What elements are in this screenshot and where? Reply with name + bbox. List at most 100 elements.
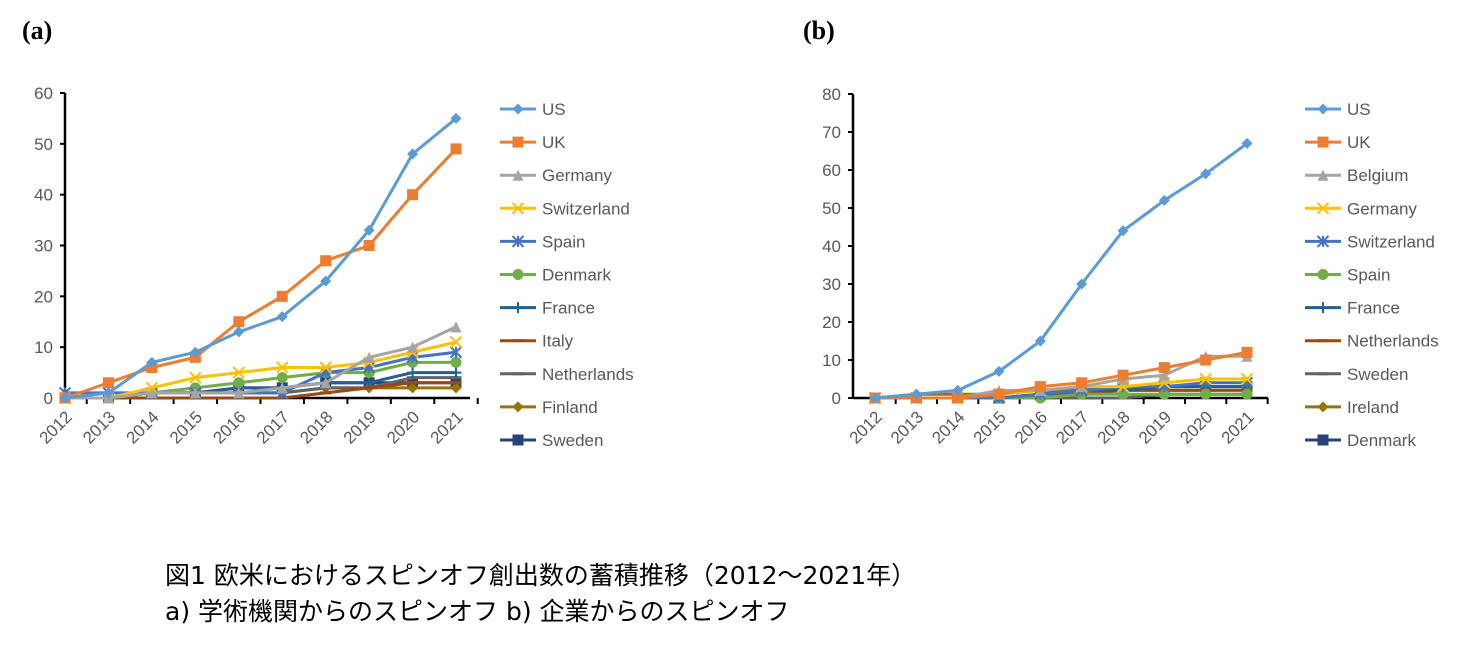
legend-label: Netherlands bbox=[1347, 332, 1439, 351]
caption-line-1: 図1 欧米におけるスピンオフ創出数の蓄積推移（2012～2021年） bbox=[165, 561, 917, 590]
legend-label: US bbox=[542, 100, 566, 119]
x-tick-label: 2012 bbox=[846, 407, 886, 447]
y-tick-label: 50 bbox=[34, 135, 53, 154]
data-point bbox=[1241, 388, 1253, 400]
legend-item-uk: UK bbox=[1305, 133, 1371, 152]
y-tick-label: 0 bbox=[832, 389, 841, 408]
legend-label: Spain bbox=[542, 232, 585, 251]
legend-item-denmark: Denmark bbox=[500, 266, 611, 285]
legend-marker bbox=[1317, 302, 1329, 314]
x-tick-label: 2018 bbox=[296, 407, 336, 447]
legend-label: Ireland bbox=[1347, 398, 1399, 417]
data-point bbox=[993, 388, 1005, 400]
y-tick-label: 30 bbox=[822, 275, 841, 294]
data-point bbox=[102, 377, 114, 389]
legend-marker bbox=[512, 103, 524, 115]
legend-label: Denmark bbox=[542, 266, 611, 285]
series-germany bbox=[59, 321, 462, 404]
data-point bbox=[1200, 388, 1212, 400]
y-tick-label: 80 bbox=[822, 85, 841, 104]
y-tick-label: 50 bbox=[822, 199, 841, 218]
legend-item-ireland: Ireland bbox=[1305, 398, 1399, 417]
y-tick-label: 60 bbox=[34, 84, 53, 103]
x-tick-label: 2016 bbox=[209, 407, 249, 447]
data-point bbox=[450, 143, 462, 155]
legend-label: UK bbox=[542, 133, 566, 152]
data-point bbox=[320, 255, 332, 267]
legend-marker bbox=[512, 136, 524, 148]
data-point bbox=[276, 372, 288, 384]
legend-item-spain: Spain bbox=[500, 232, 585, 251]
y-tick-label: 20 bbox=[822, 313, 841, 332]
x-tick-label: 2012 bbox=[36, 407, 76, 447]
legend-label: Netherlands bbox=[542, 365, 634, 384]
legend-item-finland: Finland bbox=[500, 398, 598, 417]
x-tick-label: 2019 bbox=[1135, 407, 1175, 447]
figure: 0 10 20 30 40 50 60 2012 2013 2014 2015 2016 2017 201… bbox=[0, 0, 1472, 656]
legend-label: Germany bbox=[542, 166, 612, 185]
legend-label: UK bbox=[1347, 133, 1371, 152]
x-tick-label: 2013 bbox=[79, 407, 119, 447]
legend-label: Sweden bbox=[1347, 365, 1408, 384]
legend-label: Sweden bbox=[542, 431, 603, 450]
data-point bbox=[1076, 377, 1088, 389]
data-point bbox=[1200, 354, 1212, 366]
data-point bbox=[1158, 362, 1170, 374]
series-line bbox=[874, 142, 1248, 400]
legend-label: Spain bbox=[1347, 266, 1390, 285]
legend-item-denmark: Denmark bbox=[1305, 431, 1416, 450]
legend-label: Germany bbox=[1347, 199, 1417, 218]
x-tick-label: 2015 bbox=[970, 407, 1010, 447]
legend-marker bbox=[512, 269, 524, 280]
y-tick-label: 70 bbox=[822, 123, 841, 142]
legend-item-germany: Germany bbox=[500, 166, 612, 185]
series-us bbox=[869, 137, 1253, 404]
x-tick-label: 2020 bbox=[383, 407, 423, 447]
panel-label-a: (a) bbox=[22, 16, 53, 45]
panel-label-b: (b) bbox=[803, 16, 835, 45]
legend-marker bbox=[1317, 136, 1329, 148]
legend-item-switzerland: Switzerland bbox=[500, 199, 630, 218]
legend-item-uk: UK bbox=[500, 133, 566, 152]
legend-item-france: France bbox=[500, 299, 595, 318]
y-tick-label: 10 bbox=[822, 351, 841, 370]
data-point bbox=[407, 189, 419, 201]
legend-item-spain: Spain bbox=[1305, 266, 1390, 285]
data-point bbox=[1117, 369, 1129, 381]
y-tick-label: 0 bbox=[44, 389, 53, 408]
legend-label: Italy bbox=[542, 332, 574, 351]
data-point bbox=[1034, 381, 1046, 393]
legend-item-netherlands: Netherlands bbox=[1305, 332, 1439, 351]
legend-item-belgium: Belgium bbox=[1305, 166, 1408, 185]
data-point bbox=[233, 326, 245, 338]
legend-label: US bbox=[1347, 100, 1371, 119]
x-tick-label: 2014 bbox=[928, 407, 968, 447]
y-tick-label: 30 bbox=[34, 237, 53, 256]
x-tick-label: 2017 bbox=[1052, 407, 1092, 447]
x-tick-label: 2013 bbox=[887, 407, 927, 447]
x-tick-label: 2019 bbox=[340, 407, 380, 447]
legend-label: France bbox=[1347, 299, 1400, 318]
legend-marker bbox=[512, 302, 524, 314]
y-tick-label: 40 bbox=[822, 237, 841, 256]
chart-b: 010203040506070802012 2013 2014 2015 2016 201… bbox=[822, 85, 1439, 450]
data-point bbox=[363, 240, 375, 251]
x-tick-label: 2014 bbox=[123, 407, 163, 447]
legend-marker bbox=[512, 434, 524, 446]
y-tick-label: 10 bbox=[34, 338, 53, 357]
x-tick-label: 2021 bbox=[1218, 407, 1258, 447]
x-tick-label: 2016 bbox=[1011, 407, 1051, 447]
data-point bbox=[276, 290, 288, 302]
x-tick-label: 2020 bbox=[1176, 407, 1216, 447]
data-point bbox=[450, 321, 462, 333]
caption-line-2: a) 学術機関からのスピンオフ b) 企業からのスピンオフ bbox=[165, 597, 790, 626]
chart-a: 01020304050602012 2013 2014 2015 2016 2017 201… bbox=[34, 84, 634, 450]
legend-marker bbox=[1317, 434, 1329, 446]
data-point bbox=[1241, 346, 1253, 358]
legend-item-sweden: Sweden bbox=[500, 431, 603, 450]
legend-marker bbox=[1317, 103, 1329, 115]
legend-label: Switzerland bbox=[542, 199, 630, 218]
legend-marker bbox=[1317, 269, 1329, 280]
legend-label: Switzerland bbox=[1347, 232, 1435, 251]
legend-item-germany: Germany bbox=[1305, 199, 1417, 218]
